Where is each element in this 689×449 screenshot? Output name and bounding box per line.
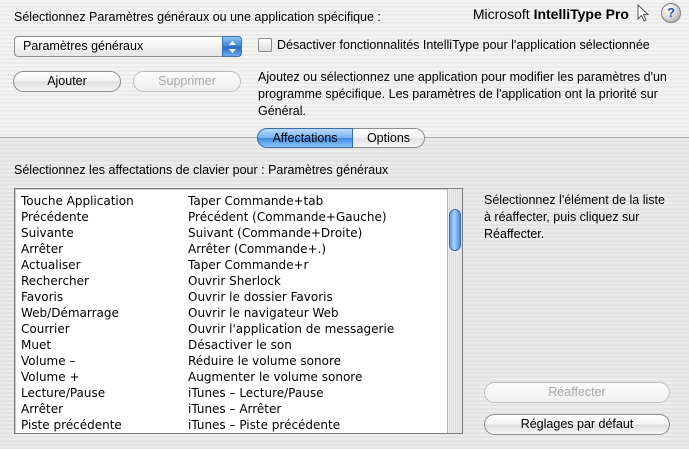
list-item-action: Taper Commande+tab bbox=[188, 194, 324, 208]
list-item[interactable]: Arrêter Arrêter (Commande+.) bbox=[15, 241, 445, 257]
remove-button[interactable]: Supprimer bbox=[133, 71, 241, 92]
tab-options[interactable]: Options bbox=[353, 128, 425, 148]
list-item-action: iTunes – Arrêter bbox=[188, 402, 282, 416]
list-item[interactable]: Suivante Suivant (Commande+Droite) bbox=[15, 225, 445, 241]
tab-affectations[interactable]: Affectations bbox=[257, 128, 353, 148]
list-item-key: Courrier bbox=[21, 322, 70, 336]
list-item[interactable]: Piste précédente iTunes – Piste précédent… bbox=[15, 417, 445, 433]
list-item[interactable]: Courrier Ouvrir l'application de messager… bbox=[15, 321, 445, 337]
list-item[interactable]: Muet Désactiver le son bbox=[15, 337, 445, 353]
list-item-key: Précédente bbox=[21, 210, 89, 224]
list-item-key: Volume – bbox=[21, 354, 76, 368]
reassign-instruction: Sélectionnez l'élément de la liste à réa… bbox=[484, 193, 665, 241]
list-item-key: Favoris bbox=[21, 290, 64, 304]
list-scrollbar[interactable] bbox=[447, 189, 462, 433]
list-item-action: Précédent (Commande+Gauche) bbox=[188, 210, 387, 224]
list-item-key: Muet bbox=[21, 338, 52, 352]
disable-intellitype-checkbox[interactable] bbox=[258, 38, 272, 52]
list-item-action: Ouvrir l'application de messagerie bbox=[188, 322, 395, 336]
list-item-key: Piste précédente bbox=[21, 418, 122, 432]
list-item-action: Désactiver le son bbox=[188, 338, 292, 352]
list-item[interactable]: Favoris Ouvrir le dossier Favoris bbox=[15, 289, 445, 305]
list-item-action: iTunes – Piste précédente bbox=[188, 418, 341, 432]
list-item-action: Ouvrir le dossier Favoris bbox=[188, 290, 333, 304]
list-item[interactable]: Web/Démarrage Ouvrir le navigateur Web bbox=[15, 305, 445, 321]
help-button[interactable]: ? bbox=[661, 3, 681, 23]
brand-name: IntelliType Pro bbox=[533, 6, 629, 22]
list-item-action: Ouvrir le navigateur Web bbox=[188, 306, 339, 320]
cursor-icon bbox=[637, 4, 650, 22]
list-item-action: Taper Commande+r bbox=[188, 258, 309, 272]
list-item-key: Rechercher bbox=[21, 274, 89, 288]
list-item-action: Réduire le volume sonore bbox=[188, 354, 341, 368]
list-item[interactable]: Précédente Précédent (Commande+Gauche) bbox=[15, 209, 445, 225]
reassign-button[interactable]: Réaffecter bbox=[484, 382, 670, 403]
list-item-action: Suivant (Commande+Droite) bbox=[188, 226, 363, 240]
list-item-key: Touche Application bbox=[21, 194, 134, 208]
app-select-prompt: Sélectionnez Paramètres généraux ou une … bbox=[14, 10, 381, 24]
product-brand: Microsoft IntelliType Pro bbox=[473, 6, 629, 22]
list-item-key: Arrêter bbox=[21, 402, 64, 416]
list-item-action: iTunes – Lecture/Pause bbox=[188, 386, 324, 400]
list-item-key: Actualiser bbox=[21, 258, 81, 272]
add-button[interactable]: Ajouter bbox=[13, 71, 121, 92]
list-item[interactable]: Volume – Réduire le volume sonore bbox=[15, 353, 445, 369]
app-select-value: Paramètres généraux bbox=[23, 39, 144, 53]
tab-bar: Affectations Options bbox=[257, 128, 425, 148]
list-item[interactable]: Lecture/Pause iTunes – Lecture/Pause bbox=[15, 385, 445, 401]
list-item-key: Volume + bbox=[21, 370, 80, 384]
list-item[interactable]: Actualiser Taper Commande+r bbox=[15, 257, 445, 273]
list-item[interactable]: Volume + Augmenter le volume sonore bbox=[15, 369, 445, 385]
list-item[interactable]: Rechercher Ouvrir Sherlock bbox=[15, 273, 445, 289]
list-item-key: Lecture/Pause bbox=[21, 386, 106, 400]
defaults-button[interactable]: Réglages par défaut bbox=[484, 414, 670, 435]
list-item-key: Web/Démarrage bbox=[21, 306, 119, 320]
list-item-key: Suivante bbox=[21, 226, 74, 240]
assignments-rows: Touche Application Taper Commande+tab Préc… bbox=[15, 193, 445, 433]
list-item-action: Ouvrir Sherlock bbox=[188, 274, 281, 288]
assignments-list[interactable]: Touche Application Taper Commande+tab Préc… bbox=[14, 188, 463, 434]
list-item[interactable]: Arrêter iTunes – Arrêter bbox=[15, 401, 445, 417]
popup-arrows-icon bbox=[222, 36, 242, 57]
assignments-prompt: Sélectionnez les affectations de clavier… bbox=[14, 163, 389, 177]
list-item-key: Arrêter bbox=[21, 242, 64, 256]
list-item-action: Augmenter le volume sonore bbox=[188, 370, 363, 384]
list-item[interactable]: Touche Application Taper Commande+tab bbox=[15, 193, 445, 209]
disable-intellitype-label: Désactiver fonctionnalités IntelliType p… bbox=[277, 38, 650, 52]
brand-prefix: Microsoft bbox=[472, 6, 534, 22]
scrollbar-thumb[interactable] bbox=[449, 209, 461, 251]
app-description: Ajoutez ou sélectionnez une application … bbox=[258, 70, 667, 118]
app-select-popup[interactable]: Paramètres généraux bbox=[14, 36, 242, 57]
list-item-action: Arrêter (Commande+.) bbox=[188, 242, 327, 256]
